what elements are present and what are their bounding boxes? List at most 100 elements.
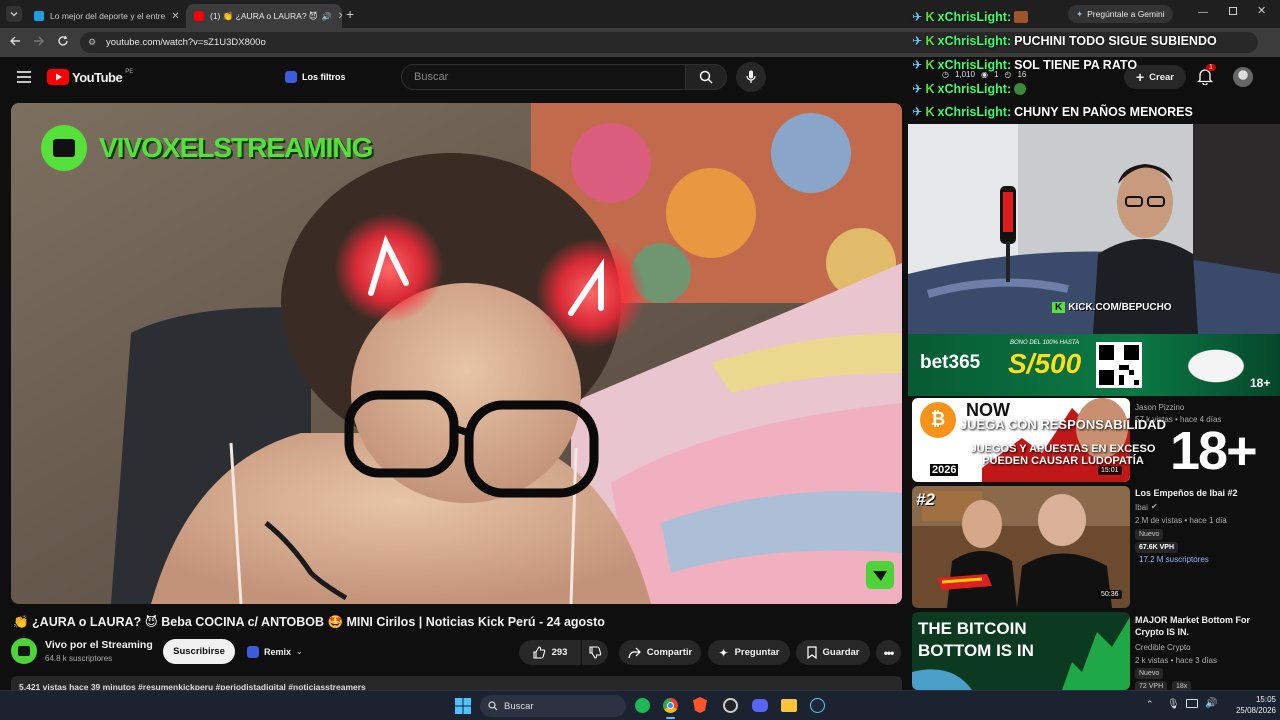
avatar[interactable] [1233, 67, 1253, 87]
thumb-text: #2 [916, 490, 935, 509]
like-count: 293 [551, 647, 568, 658]
kick-url-label: K KICK.COM/BEPUCHO [1052, 302, 1172, 313]
notifications-button[interactable]: 1 [1197, 64, 1216, 85]
remix-button[interactable]: Remix ⌄ [241, 640, 309, 663]
region-code: PE [125, 69, 134, 75]
menu-button[interactable] [17, 71, 31, 83]
site-favicon-icon [34, 11, 44, 21]
clock-time: 15:05 [1255, 695, 1276, 704]
browser-tab-bar: Lo mejor del deporte y el entre ✕ (1) 👏 … [0, 0, 1280, 28]
recommendation-thumbnail[interactable]: #2 50:36 [912, 486, 1130, 608]
video-meta: 2 k vistas • hace 3 días [1135, 656, 1217, 665]
audio-playing-icon[interactable]: 🔊 [322, 12, 332, 21]
restore-button[interactable] [1229, 7, 1237, 15]
chat-username: xChrisLight: [937, 81, 1012, 96]
channel-avatar[interactable] [11, 638, 37, 664]
voice-search-button[interactable] [736, 62, 766, 92]
share-label: Compartir [646, 647, 693, 658]
sponsor-banner: bet365 BONO DEL 100% HASTA S/500 18+ [908, 334, 1280, 396]
brave-icon[interactable] [693, 697, 707, 713]
kick-badge-icon: K [925, 33, 935, 48]
chat-message: CHUNY EN PAÑOS MENORES [1014, 104, 1193, 119]
close-window-button[interactable]: ✕ [1257, 4, 1266, 17]
forward-button[interactable] [33, 35, 45, 47]
file-explorer-icon[interactable] [781, 699, 797, 712]
volume-icon[interactable]: 🔊 [1205, 698, 1217, 709]
channel-name[interactable]: Ibai [1135, 502, 1148, 513]
chat-username: xChrisLight: [937, 57, 1012, 72]
disclaimer-line-2: JUEGOS Y APUESTAS EN EXCESO [970, 443, 1156, 455]
channel-name[interactable]: Jason Pizzino [1135, 402, 1184, 413]
filters-button[interactable]: Los filtros [277, 66, 354, 88]
close-tab-icon[interactable]: ✕ [332, 11, 342, 22]
pin-icon: ✈ [912, 105, 923, 119]
url-text: youtube.com/watch?v=sZ1U3DX800o [106, 37, 266, 48]
channel-name[interactable]: Credible Crypto [1135, 642, 1191, 653]
chrome-icon[interactable] [663, 698, 678, 713]
reload-button[interactable] [57, 35, 69, 47]
channel-watermark-text: VIVOXELSTREAMING [99, 132, 373, 163]
share-button[interactable]: Compartir [619, 640, 701, 665]
search-placeholder: Buscar [414, 71, 449, 83]
chat-line: ✈ K xChrisLight: PUCHINI TODO SIGUE SUBI… [912, 33, 1217, 49]
save-button[interactable]: Guardar [796, 640, 870, 665]
sponsor-bonus-text: BONO DEL 100% HASTA [1010, 340, 1080, 346]
microphone-icon [746, 70, 756, 83]
tab-deportes[interactable]: Lo mejor del deporte y el entre ✕ [26, 4, 182, 28]
minimize-button[interactable]: — [1198, 7, 1208, 18]
video-title[interactable]: MAJOR Market Bottom For Crypto IS IN. [1135, 614, 1275, 638]
steam-icon[interactable] [810, 698, 825, 713]
spotify-icon[interactable] [635, 698, 650, 713]
subscriber-count: 64.8 k suscriptores [45, 654, 113, 663]
big-age-overlay: 18+ [1170, 421, 1258, 481]
site-info-icon[interactable]: ⚙ [88, 37, 96, 48]
more-actions-button[interactable]: ••• [876, 640, 901, 665]
taskbar-search[interactable]: Buscar [480, 695, 626, 717]
tab-list-dropdown[interactable] [6, 6, 22, 22]
like-button[interactable]: 293 [519, 640, 581, 665]
emote-icon [1014, 10, 1029, 23]
video-frame [11, 103, 902, 604]
chevron-down-icon [10, 12, 18, 17]
clock[interactable]: 15:05 25/08/2026 [1224, 694, 1276, 716]
video-title[interactable]: Los Empeños de Ibai #2 [1135, 487, 1275, 499]
description-box[interactable]: 5.421 vistas hace 39 minutos #resumenkic… [11, 676, 902, 690]
search-input[interactable]: Buscar [401, 64, 686, 90]
chat-line: ✈ K xChrisLight: [912, 9, 1029, 24]
start-button[interactable] [455, 698, 471, 714]
sparkle-icon: ✦ [718, 645, 729, 660]
reload-icon [58, 35, 68, 46]
subscribe-button[interactable]: Suscribirse [163, 639, 235, 664]
chat-line: ✈ K xChrisLight: SOL TIENE PA RATO [912, 57, 1137, 73]
display-icon[interactable] [1186, 699, 1198, 708]
obs-icon[interactable] [723, 698, 738, 713]
close-tab-icon[interactable]: ✕ [165, 11, 179, 22]
video-player[interactable]: VIVOXELSTREAMING [11, 103, 902, 604]
video-duration: 50:36 [1098, 590, 1122, 599]
tab-youtube-video[interactable]: (1) 👏 ¿AURA o LAURA? 😈 🔊 ✕ [186, 4, 342, 28]
youtube-logo[interactable]: YouTube PE [47, 69, 133, 85]
back-button[interactable] [9, 35, 21, 47]
streamer-webcam: K KICK.COM/BEPUCHO [908, 124, 1280, 334]
channel-name[interactable]: Vivo por el Streaming [45, 639, 153, 651]
kick-url-text: KICK.COM/BEPUCHO [1068, 302, 1172, 313]
discord-icon[interactable] [752, 699, 768, 712]
new-tab-button[interactable]: + [346, 6, 354, 22]
gemini-button[interactable]: ✦ Pregúntale a Gemini [1068, 5, 1173, 23]
sponsor-age: 18+ [1250, 376, 1271, 390]
verified-icon: ✔ [1151, 502, 1158, 511]
microphone-icon[interactable]: 🎙 [1167, 699, 1180, 710]
youtube-header: YouTube PE Los filtros Buscar [0, 57, 908, 101]
ask-button[interactable]: ✦ Preguntar [708, 640, 790, 665]
youtube-favicon-icon [194, 11, 204, 21]
hamburger-icon [17, 71, 31, 83]
more-icon: ••• [883, 645, 895, 660]
ask-label: Preguntar [734, 647, 780, 658]
system-tray-chevron[interactable]: ⌃ [1146, 699, 1154, 710]
pin-icon: ✈ [912, 82, 923, 96]
bookmark-icon [806, 646, 817, 659]
search-button[interactable] [685, 64, 727, 90]
recommendation-thumbnail[interactable]: THE BITCOIN BOTTOM IS IN [912, 612, 1130, 690]
sponsor-amount: S/500 [1008, 348, 1082, 379]
dislike-button[interactable] [582, 640, 608, 665]
